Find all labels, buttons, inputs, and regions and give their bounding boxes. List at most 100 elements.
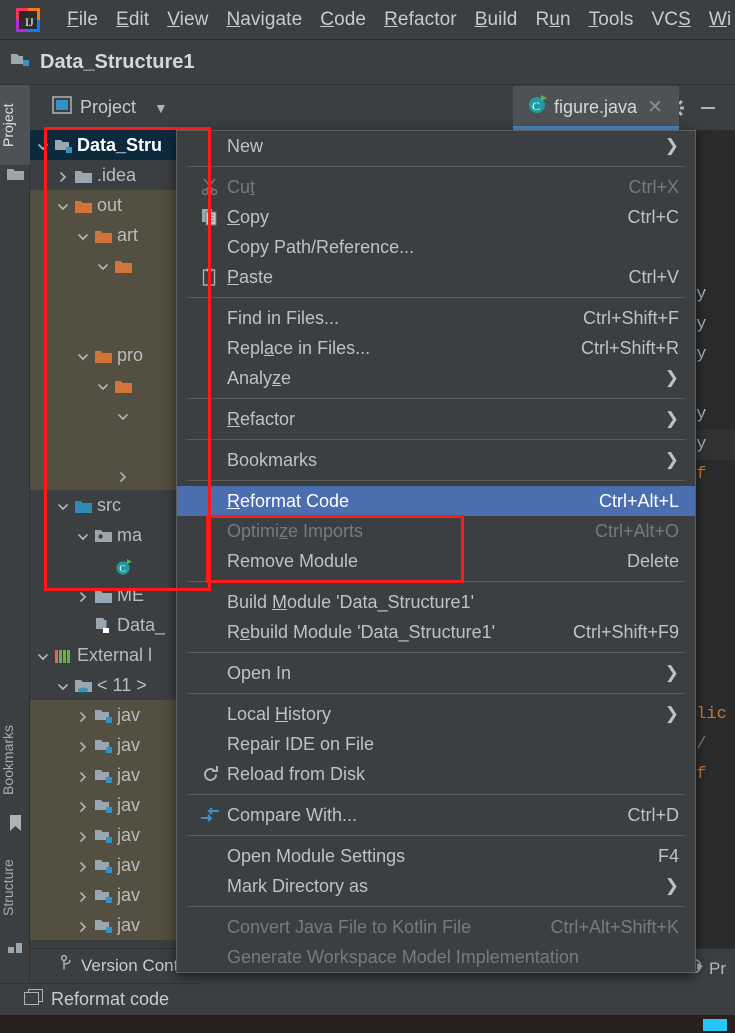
menu-item-paste[interactable]: Paste Ctrl+V — [177, 262, 695, 292]
chevron-down-icon[interactable] — [56, 198, 70, 212]
menubar-item-navigate[interactable]: Navigate — [217, 0, 311, 40]
menubar-mnemonic: V — [167, 8, 180, 30]
chevron-down-icon[interactable] — [96, 378, 110, 392]
chevron-down-icon[interactable] — [76, 348, 90, 362]
sidebar-item-bookmarks[interactable]: Bookmarks — [0, 710, 30, 810]
chevron-down-icon[interactable] — [76, 528, 90, 542]
folder-orange-icon — [75, 198, 92, 213]
project-context-menu[interactable]: New ❯ Cut Ctrl+X Copy Ctrl+C Copy Path/Referen… — [176, 130, 696, 973]
chevron-down-icon[interactable]: ▼ — [154, 100, 168, 116]
menu-item-find-in-files[interactable]: Find in Files... Ctrl+Shift+F — [177, 303, 695, 333]
menu-item-bookmarks[interactable]: Bookmarks ❯ — [177, 445, 695, 475]
menubar-item-code[interactable]: Code — [311, 0, 375, 40]
menu-icon-none — [195, 945, 225, 969]
tree-icon-none — [135, 318, 152, 332]
menu-item-copy[interactable]: Copy Ctrl+C — [177, 202, 695, 232]
paste-icon — [195, 265, 225, 289]
menu-item-new[interactable]: New ❯ — [177, 131, 695, 161]
menu-icon-none — [195, 844, 225, 868]
chevron-right-icon[interactable] — [76, 588, 90, 602]
menu-item-label: Repair IDE on File — [227, 733, 375, 754]
chevron-right-icon[interactable] — [76, 798, 90, 812]
menubar-item-edit[interactable]: Edit — [107, 0, 158, 40]
menu-item-repair-ide-on-file[interactable]: Repair IDE on File — [177, 729, 695, 759]
chevron-right-icon[interactable] — [76, 828, 90, 842]
menu-item-label: Bookmarks — [227, 449, 318, 470]
chevron-right-icon[interactable] — [76, 768, 90, 782]
menu-item-label: Refactor — [227, 408, 296, 429]
menubar-item-file[interactable]: File — [58, 0, 107, 40]
menubar-item-label: n — [559, 8, 571, 30]
menubar-item-refactor[interactable]: Refactor — [375, 0, 466, 40]
tool-window-title: Project — [80, 97, 137, 117]
menu-item-label: Find in Files... — [227, 307, 340, 328]
menubar-item-run[interactable]: Run — [526, 0, 579, 40]
menu-item-build-module-data-structure1[interactable]: Build Module 'Data_Structure1' — [177, 587, 695, 617]
sidebar-tab-label: Structure — [0, 859, 16, 917]
menu-item-analyze[interactable]: Analyze ❯ — [177, 363, 695, 393]
menu-item-label: Optimize Imports — [227, 520, 364, 541]
menu-item-convert-java-file-to-kotlin-file: Convert Java File to Kotlin File Ctrl+Alt… — [177, 912, 695, 942]
chevron-down-icon[interactable] — [96, 258, 110, 272]
menu-icon-none — [195, 519, 225, 543]
menu-item-open-in[interactable]: Open In ❯ — [177, 658, 695, 688]
jdk-icon — [75, 678, 92, 693]
chevron-right-icon[interactable] — [76, 888, 90, 902]
chevron-down-icon[interactable] — [56, 498, 70, 512]
chevron-down-icon[interactable] — [36, 138, 50, 152]
menu-item-replace-in-files[interactable]: Replace in Files... Ctrl+Shift+R — [177, 333, 695, 363]
chevron-right-icon[interactable] — [76, 738, 90, 752]
menu-item-label: Mark Directory as — [227, 875, 369, 896]
close-icon[interactable]: ✕ — [647, 96, 663, 119]
menubar-item-build[interactable]: Build — [466, 0, 527, 40]
sidebar-item-project[interactable]: Project — [0, 85, 30, 165]
tree-row-label: art — [117, 224, 139, 245]
tree-row-label: External l — [77, 644, 153, 665]
menu-item-reload-from-disk[interactable]: Reload from Disk — [177, 759, 695, 789]
main-menubar: IJ File Edit View Navigate Code Refactor… — [0, 0, 735, 40]
menu-item-shortcut: F4 — [657, 845, 679, 866]
sidebar-item-structure[interactable]: Structure — [0, 840, 30, 936]
menu-icon-none — [195, 489, 225, 513]
menubar-item-window[interactable]: Wi — [700, 0, 735, 40]
menu-separator — [187, 693, 685, 694]
chevron-right-icon[interactable] — [76, 918, 90, 932]
hide-minimize-icon[interactable] — [691, 91, 725, 125]
tree-row-label: Data_Stru — [77, 134, 163, 155]
menubar-item-label: efactor — [397, 8, 457, 30]
tree-row-label: .idea — [97, 164, 137, 185]
menu-item-refactor[interactable]: Refactor ❯ — [177, 404, 695, 434]
menu-item-reformat-code[interactable]: Reformat Code Ctrl+Alt+L — [177, 486, 695, 516]
left-tool-strip: Project Bookmarks Structure — [0, 85, 30, 1033]
menubar-item-tools[interactable]: Tools — [580, 0, 643, 40]
menu-item-copy-path-reference[interactable]: Copy Path/Reference... — [177, 232, 695, 262]
menubar-item-view[interactable]: View — [158, 0, 217, 40]
menu-item-open-module-settings[interactable]: Open Module Settings F4 — [177, 841, 695, 871]
menu-item-local-history[interactable]: Local History ❯ — [177, 699, 695, 729]
tree-row-label: jav — [117, 884, 141, 905]
menu-item-remove-module[interactable]: Remove Module Delete — [177, 546, 695, 576]
window-icon — [24, 988, 43, 1011]
folder-gray-icon — [95, 588, 112, 603]
chevron-down-icon[interactable] — [76, 228, 90, 242]
menubar-item-vcs[interactable]: VCS — [643, 0, 700, 40]
chevron-right-icon[interactable] — [116, 468, 130, 482]
menu-item-rebuild-module-data-structure1[interactable]: Rebuild Module 'Data_Structure1' Ctrl+Shi… — [177, 617, 695, 647]
chevron-down-icon[interactable] — [36, 648, 50, 662]
chevron-right-icon[interactable] — [76, 708, 90, 722]
menu-icon-none — [195, 590, 225, 614]
editor-tab-figure-java[interactable]: C figure.java ✕ — [513, 86, 679, 128]
menubar-item-label: uild — [487, 8, 518, 30]
chevron-down-icon[interactable] — [56, 678, 70, 692]
chevron-right-icon[interactable] — [56, 168, 70, 182]
tree-icon-none — [135, 408, 152, 422]
menu-item-optimize-imports: Optimize Imports Ctrl+Alt+O — [177, 516, 695, 546]
menubar-item-label: R — [535, 8, 550, 30]
menu-item-mark-directory-as[interactable]: Mark Directory as ❯ — [177, 871, 695, 901]
menu-item-compare-with[interactable]: Compare With... Ctrl+D — [177, 800, 695, 830]
chevron-right-icon[interactable] — [76, 858, 90, 872]
chevron-down-icon[interactable] — [116, 408, 130, 422]
